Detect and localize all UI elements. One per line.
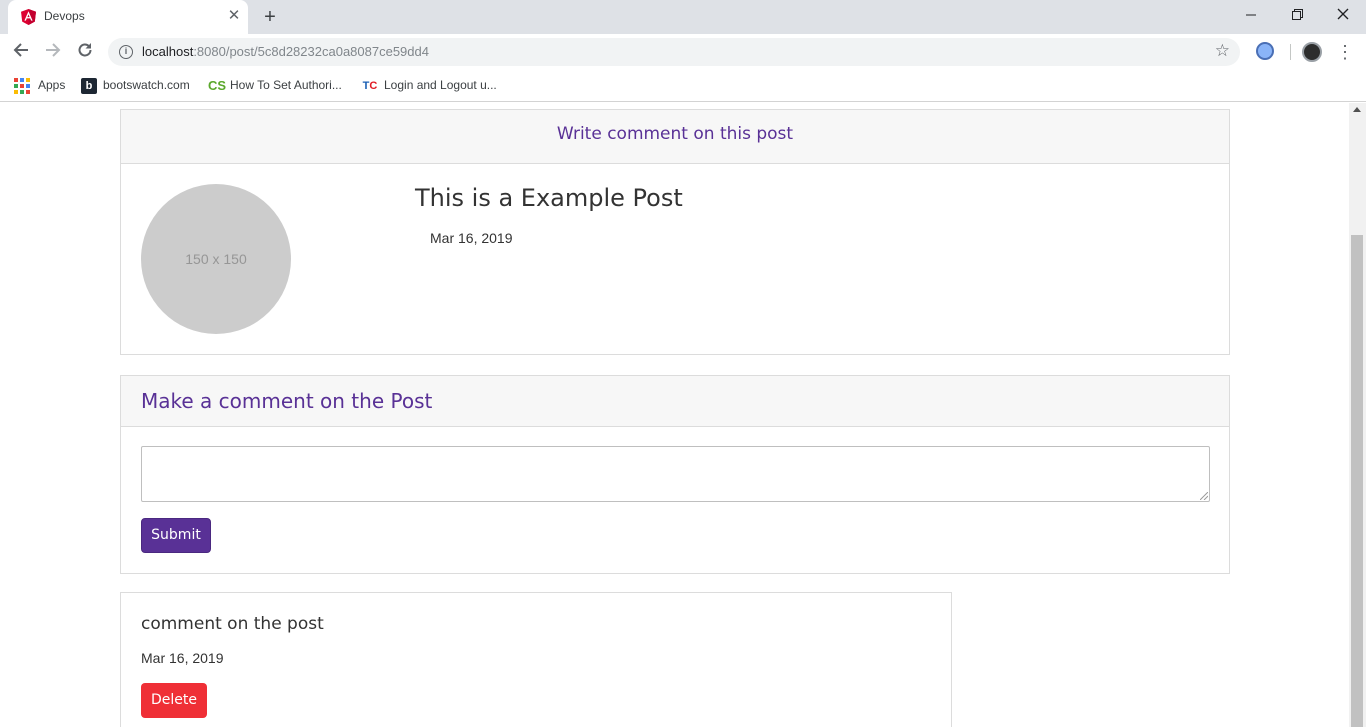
codeproject-icon: CS: [208, 77, 227, 93]
restore-button[interactable]: [1274, 0, 1320, 30]
submit-button[interactable]: Submit: [141, 518, 211, 553]
browser-tab[interactable]: Devops ✕: [8, 0, 248, 34]
minimize-button[interactable]: [1228, 0, 1274, 30]
comment-text: comment on the post: [141, 614, 324, 634]
restore-icon: [1291, 9, 1303, 20]
post-card-header: Write comment on this post: [121, 110, 1229, 164]
forward-button[interactable]: [40, 39, 66, 65]
plus-icon: +: [264, 6, 276, 28]
close-icon: [1337, 8, 1349, 20]
comment-textarea[interactable]: [141, 446, 1210, 502]
angular-icon: [21, 9, 36, 25]
close-window-button[interactable]: [1320, 0, 1366, 30]
reload-button[interactable]: [72, 39, 98, 65]
bookmark-bootswatch[interactable]: b bootswatch.com: [81, 77, 190, 95]
minimize-icon: [1246, 14, 1256, 16]
comment-form-header: Make a comment on the Post: [121, 376, 1229, 427]
resize-grip-icon[interactable]: [1200, 492, 1208, 500]
toolbar-separator: [1290, 44, 1291, 60]
bookmark-apps[interactable]: Apps: [14, 77, 65, 95]
page-viewport: Write comment on this post 150 x 150 Thi…: [0, 103, 1349, 727]
comment-date: Mar 16, 2019: [141, 650, 224, 666]
post-thumbnail: 150 x 150: [141, 184, 291, 334]
post-date: Mar 16, 2019: [430, 230, 513, 246]
site-info-icon[interactable]: i: [119, 45, 133, 59]
scrollbar-thumb[interactable]: [1351, 235, 1363, 727]
reload-icon: [78, 43, 92, 57]
delete-comment-button[interactable]: Delete: [141, 683, 207, 718]
bookmark-how-to-set-authori[interactable]: CS How To Set Authori...: [208, 77, 342, 95]
tab-close-icon[interactable]: ✕: [224, 6, 244, 26]
tab-title: Devops: [44, 9, 85, 23]
page-scrollbar[interactable]: [1349, 103, 1366, 727]
address-bar[interactable]: i localhost:8080/post/5c8d28232ca0a8087c…: [108, 38, 1240, 66]
browser-tab-strip: Devops ✕ +: [0, 0, 1366, 34]
browser-toolbar: i localhost:8080/post/5c8d28232ca0a8087c…: [0, 34, 1366, 70]
bookmark-star-icon[interactable]: ☆: [1215, 41, 1230, 61]
more-vert-icon: ⋮: [1336, 42, 1354, 62]
extension-icon[interactable]: [1256, 42, 1274, 60]
forward-arrow-icon: [46, 43, 61, 57]
bookmark-login-and-logout[interactable]: TC Login and Logout u...: [362, 77, 497, 95]
techcrunch-icon: TC: [362, 79, 378, 92]
profile-avatar[interactable]: [1302, 42, 1322, 62]
comment-form-card: Make a comment on the Post Submit: [120, 375, 1230, 574]
comment-card: comment on the post Mar 16, 2019 Delete: [120, 592, 952, 727]
post-card: Write comment on this post 150 x 150 Thi…: [120, 109, 1230, 355]
new-tab-button[interactable]: +: [258, 5, 282, 29]
scroll-up-arrow-icon[interactable]: [1353, 107, 1361, 112]
post-title: This is a Example Post: [415, 184, 683, 212]
browser-menu-button[interactable]: ⋮: [1336, 40, 1354, 64]
back-button[interactable]: [8, 39, 34, 65]
apps-grid-icon: [14, 77, 30, 94]
back-arrow-icon: [13, 43, 28, 57]
bootswatch-icon: b: [81, 77, 97, 94]
bookmarks-bar: Apps b bootswatch.com CS How To Set Author…: [0, 70, 1366, 102]
url-text: localhost:8080/post/5c8d28232ca0a8087ce5…: [142, 44, 429, 59]
